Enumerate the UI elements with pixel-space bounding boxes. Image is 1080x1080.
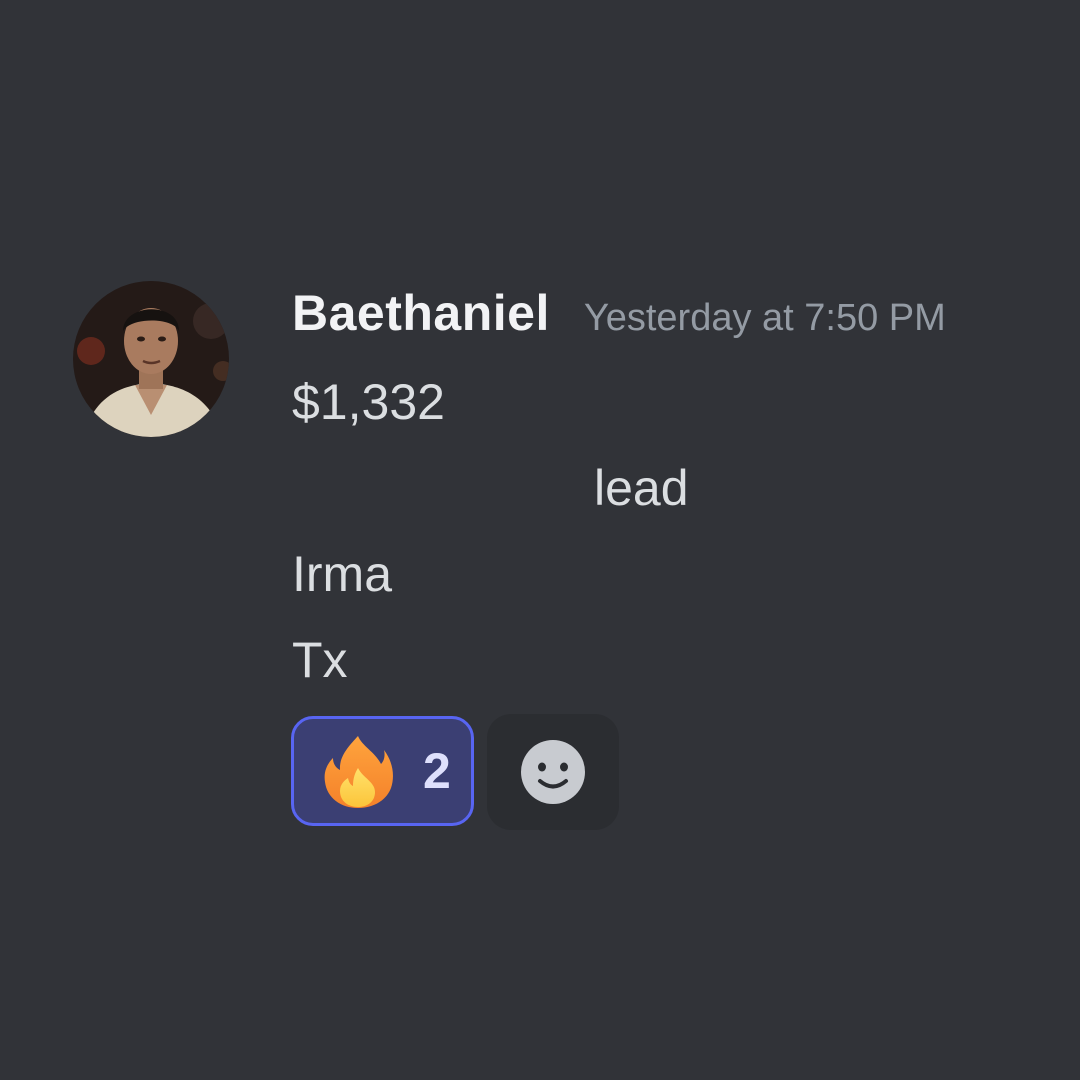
avatar-photo	[73, 281, 229, 437]
fire-emoji-icon	[324, 736, 393, 808]
reaction-fire[interactable]: 2	[291, 716, 474, 826]
reaction-count: 2	[423, 743, 451, 799]
add-reaction-button[interactable]	[487, 714, 619, 830]
smiley-face-icon	[521, 740, 585, 804]
user-avatar[interactable]	[73, 281, 229, 437]
message-line: lead	[594, 460, 689, 516]
message-line: $1,332	[292, 374, 445, 430]
reactions-bar: 2	[291, 714, 619, 830]
message-header: Baethaniel Yesterday at 7:50 PM	[292, 284, 946, 348]
message-line: Irma	[292, 546, 392, 602]
message-line: Tx	[292, 632, 348, 688]
username[interactable]: Baethaniel	[292, 284, 550, 342]
timestamp: Yesterday at 7:50 PM	[583, 297, 946, 339]
chat-message: Baethaniel Yesterday at 7:50 PM $1,332 l…	[0, 0, 1080, 1080]
